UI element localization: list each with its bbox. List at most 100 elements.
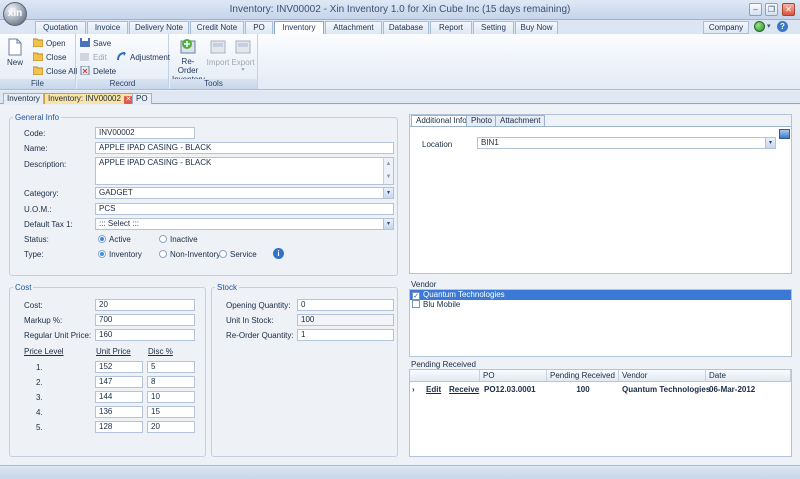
close-all-button[interactable]: Close All xyxy=(33,66,77,77)
type-service-label: Service xyxy=(230,250,257,259)
unit-price-field[interactable]: 147 xyxy=(95,376,143,388)
open-button[interactable]: Open xyxy=(33,38,66,49)
app-logo[interactable]: xin xyxy=(3,2,27,26)
vendor-item[interactable]: Blu Mobile xyxy=(410,300,791,310)
cost-label: Cost: xyxy=(24,301,43,310)
disc-field[interactable]: 10 xyxy=(147,391,195,403)
markup-field[interactable]: 700 xyxy=(95,314,195,326)
globe-icon[interactable] xyxy=(754,21,765,32)
vendor-checkbox[interactable] xyxy=(412,300,420,308)
tab-attachment[interactable]: Attachment xyxy=(325,21,382,34)
vendor-label: Vendor xyxy=(411,280,437,289)
new-button[interactable]: New xyxy=(3,38,27,67)
regular-price-field[interactable]: 160 xyxy=(95,329,195,341)
type-non-inventory-radio[interactable] xyxy=(159,250,167,258)
company-button[interactable]: Company xyxy=(703,21,749,34)
unit-in-stock-label: Unit In Stock: xyxy=(226,316,274,325)
unit-price-field[interactable]: 136 xyxy=(95,406,143,418)
close-button[interactable]: ✕ xyxy=(782,3,795,16)
grid-header-pending-received[interactable]: Pending Received xyxy=(547,370,619,382)
edit-link[interactable]: Edit xyxy=(426,383,441,397)
minimize-button[interactable]: – xyxy=(749,3,762,16)
disc-field[interactable]: 15 xyxy=(147,406,195,418)
tab-report[interactable]: Report xyxy=(430,21,472,34)
stock-legend: Stock xyxy=(217,283,238,292)
tab-po[interactable]: PO xyxy=(245,21,273,34)
save-button[interactable]: Save xyxy=(80,38,111,49)
disc-field[interactable]: 20 xyxy=(147,421,195,433)
disc-field[interactable]: 5 xyxy=(147,361,195,373)
doc-tab-po[interactable]: PO xyxy=(132,93,152,104)
chevron-down-icon[interactable]: ▾ xyxy=(765,138,775,148)
grid-header-date[interactable]: Date xyxy=(706,370,791,382)
tab-inventory[interactable]: Inventory xyxy=(274,21,324,35)
help-icon[interactable]: ? xyxy=(777,21,788,32)
adjustment-button[interactable]: Adjustment xyxy=(117,52,170,63)
description-field[interactable]: APPLE IPAD CASING - BLACK ▲ ▼ xyxy=(95,157,394,185)
default-tax-select[interactable]: ::: Select ::: ▾ xyxy=(95,218,394,230)
tab-delivery-note[interactable]: Delivery Note xyxy=(129,21,189,34)
category-select[interactable]: GADGET ▾ xyxy=(95,187,394,199)
tab-photo[interactable]: Photo xyxy=(466,115,497,126)
doc-tab-inventory[interactable]: Inventory xyxy=(3,93,44,104)
doc-tab-inventory-inv00002[interactable]: Inventory: INV00002 ✕ xyxy=(44,93,137,104)
row-selector-icon[interactable]: › xyxy=(412,383,415,397)
status-active-radio[interactable] xyxy=(98,235,106,243)
unit-price-field[interactable]: 128 xyxy=(95,421,143,433)
disc-field[interactable]: 8 xyxy=(147,376,195,388)
name-label: Name: xyxy=(24,144,48,153)
reorder-quantity-field[interactable]: 1 xyxy=(297,329,394,341)
disc-header: Disc % xyxy=(148,347,173,356)
tab-buy-now[interactable]: Buy Now xyxy=(515,21,558,34)
receive-link[interactable]: Receive xyxy=(449,383,479,397)
unit-price-field[interactable]: 144 xyxy=(95,391,143,403)
name-field[interactable]: APPLE IPAD CASING - BLACK xyxy=(95,142,394,154)
price-level-number: 4. xyxy=(36,408,43,417)
import-button[interactable]: Import xyxy=(206,38,230,67)
cost-field[interactable]: 20 xyxy=(95,299,195,311)
chevron-down-icon[interactable]: ▾ xyxy=(767,22,771,30)
code-field[interactable]: INV00002 xyxy=(95,127,195,139)
vendor-item[interactable]: ✓ Quantum Technologies xyxy=(410,290,791,300)
export-button[interactable]: Export ▾ xyxy=(231,38,255,73)
description-label: Description: xyxy=(24,160,67,169)
status-inactive-radio[interactable] xyxy=(159,235,167,243)
grid-header-blank xyxy=(410,370,480,382)
location-select[interactable]: BIN1 ▾ xyxy=(477,137,776,149)
tab-quotation[interactable]: Quotation xyxy=(35,21,86,34)
description-scrollbar[interactable]: ▲ ▼ xyxy=(383,158,393,184)
type-inventory-label: Inventory xyxy=(109,250,142,259)
grid-header-vendor[interactable]: Vendor xyxy=(619,370,706,382)
uom-field[interactable]: PCS xyxy=(95,203,394,215)
edit-button[interactable]: Edit xyxy=(80,52,107,63)
form-options-icon[interactable] xyxy=(779,129,790,139)
close-doc-button[interactable]: Close xyxy=(33,52,66,63)
tab-additional-info[interactable]: Additional Info xyxy=(411,115,472,126)
tab-invoice[interactable]: Invoice xyxy=(87,21,128,34)
vendor-checkbox[interactable]: ✓ xyxy=(412,292,420,300)
tab-credit-note[interactable]: Credit Note xyxy=(190,21,244,34)
edit-label: Edit xyxy=(93,53,107,62)
regular-price-label: Regular Unit Price: xyxy=(24,331,92,340)
restore-button[interactable]: ❐ xyxy=(765,3,778,16)
tab-attachment-panel[interactable]: Attachment xyxy=(495,115,546,126)
reorder-quantity-label: Re-Order Quantity: xyxy=(226,331,294,340)
grid-header-po[interactable]: PO xyxy=(480,370,547,382)
tab-setting[interactable]: Setting xyxy=(473,21,514,34)
delete-button[interactable]: Delete xyxy=(80,66,116,77)
cost-legend: Cost xyxy=(15,283,32,292)
type-non-inventory-label: Non-Inventory xyxy=(170,250,221,259)
tab-database[interactable]: Database xyxy=(383,21,429,34)
price-level-header: Price Level xyxy=(24,347,64,356)
opening-quantity-field[interactable]: 0 xyxy=(297,299,394,311)
status-active-label: Active xyxy=(109,235,131,244)
type-inventory-radio[interactable] xyxy=(98,250,106,258)
type-service-radio[interactable] xyxy=(219,250,227,258)
info-icon[interactable]: i xyxy=(273,248,284,259)
reorder-inventory-button[interactable]: Re-Order Inventory xyxy=(172,37,205,84)
chevron-down-icon[interactable]: ▾ xyxy=(383,219,393,229)
save-icon xyxy=(80,38,90,47)
unit-price-field[interactable]: 152 xyxy=(95,361,143,373)
import-icon xyxy=(210,40,226,54)
chevron-down-icon[interactable]: ▾ xyxy=(383,188,393,198)
